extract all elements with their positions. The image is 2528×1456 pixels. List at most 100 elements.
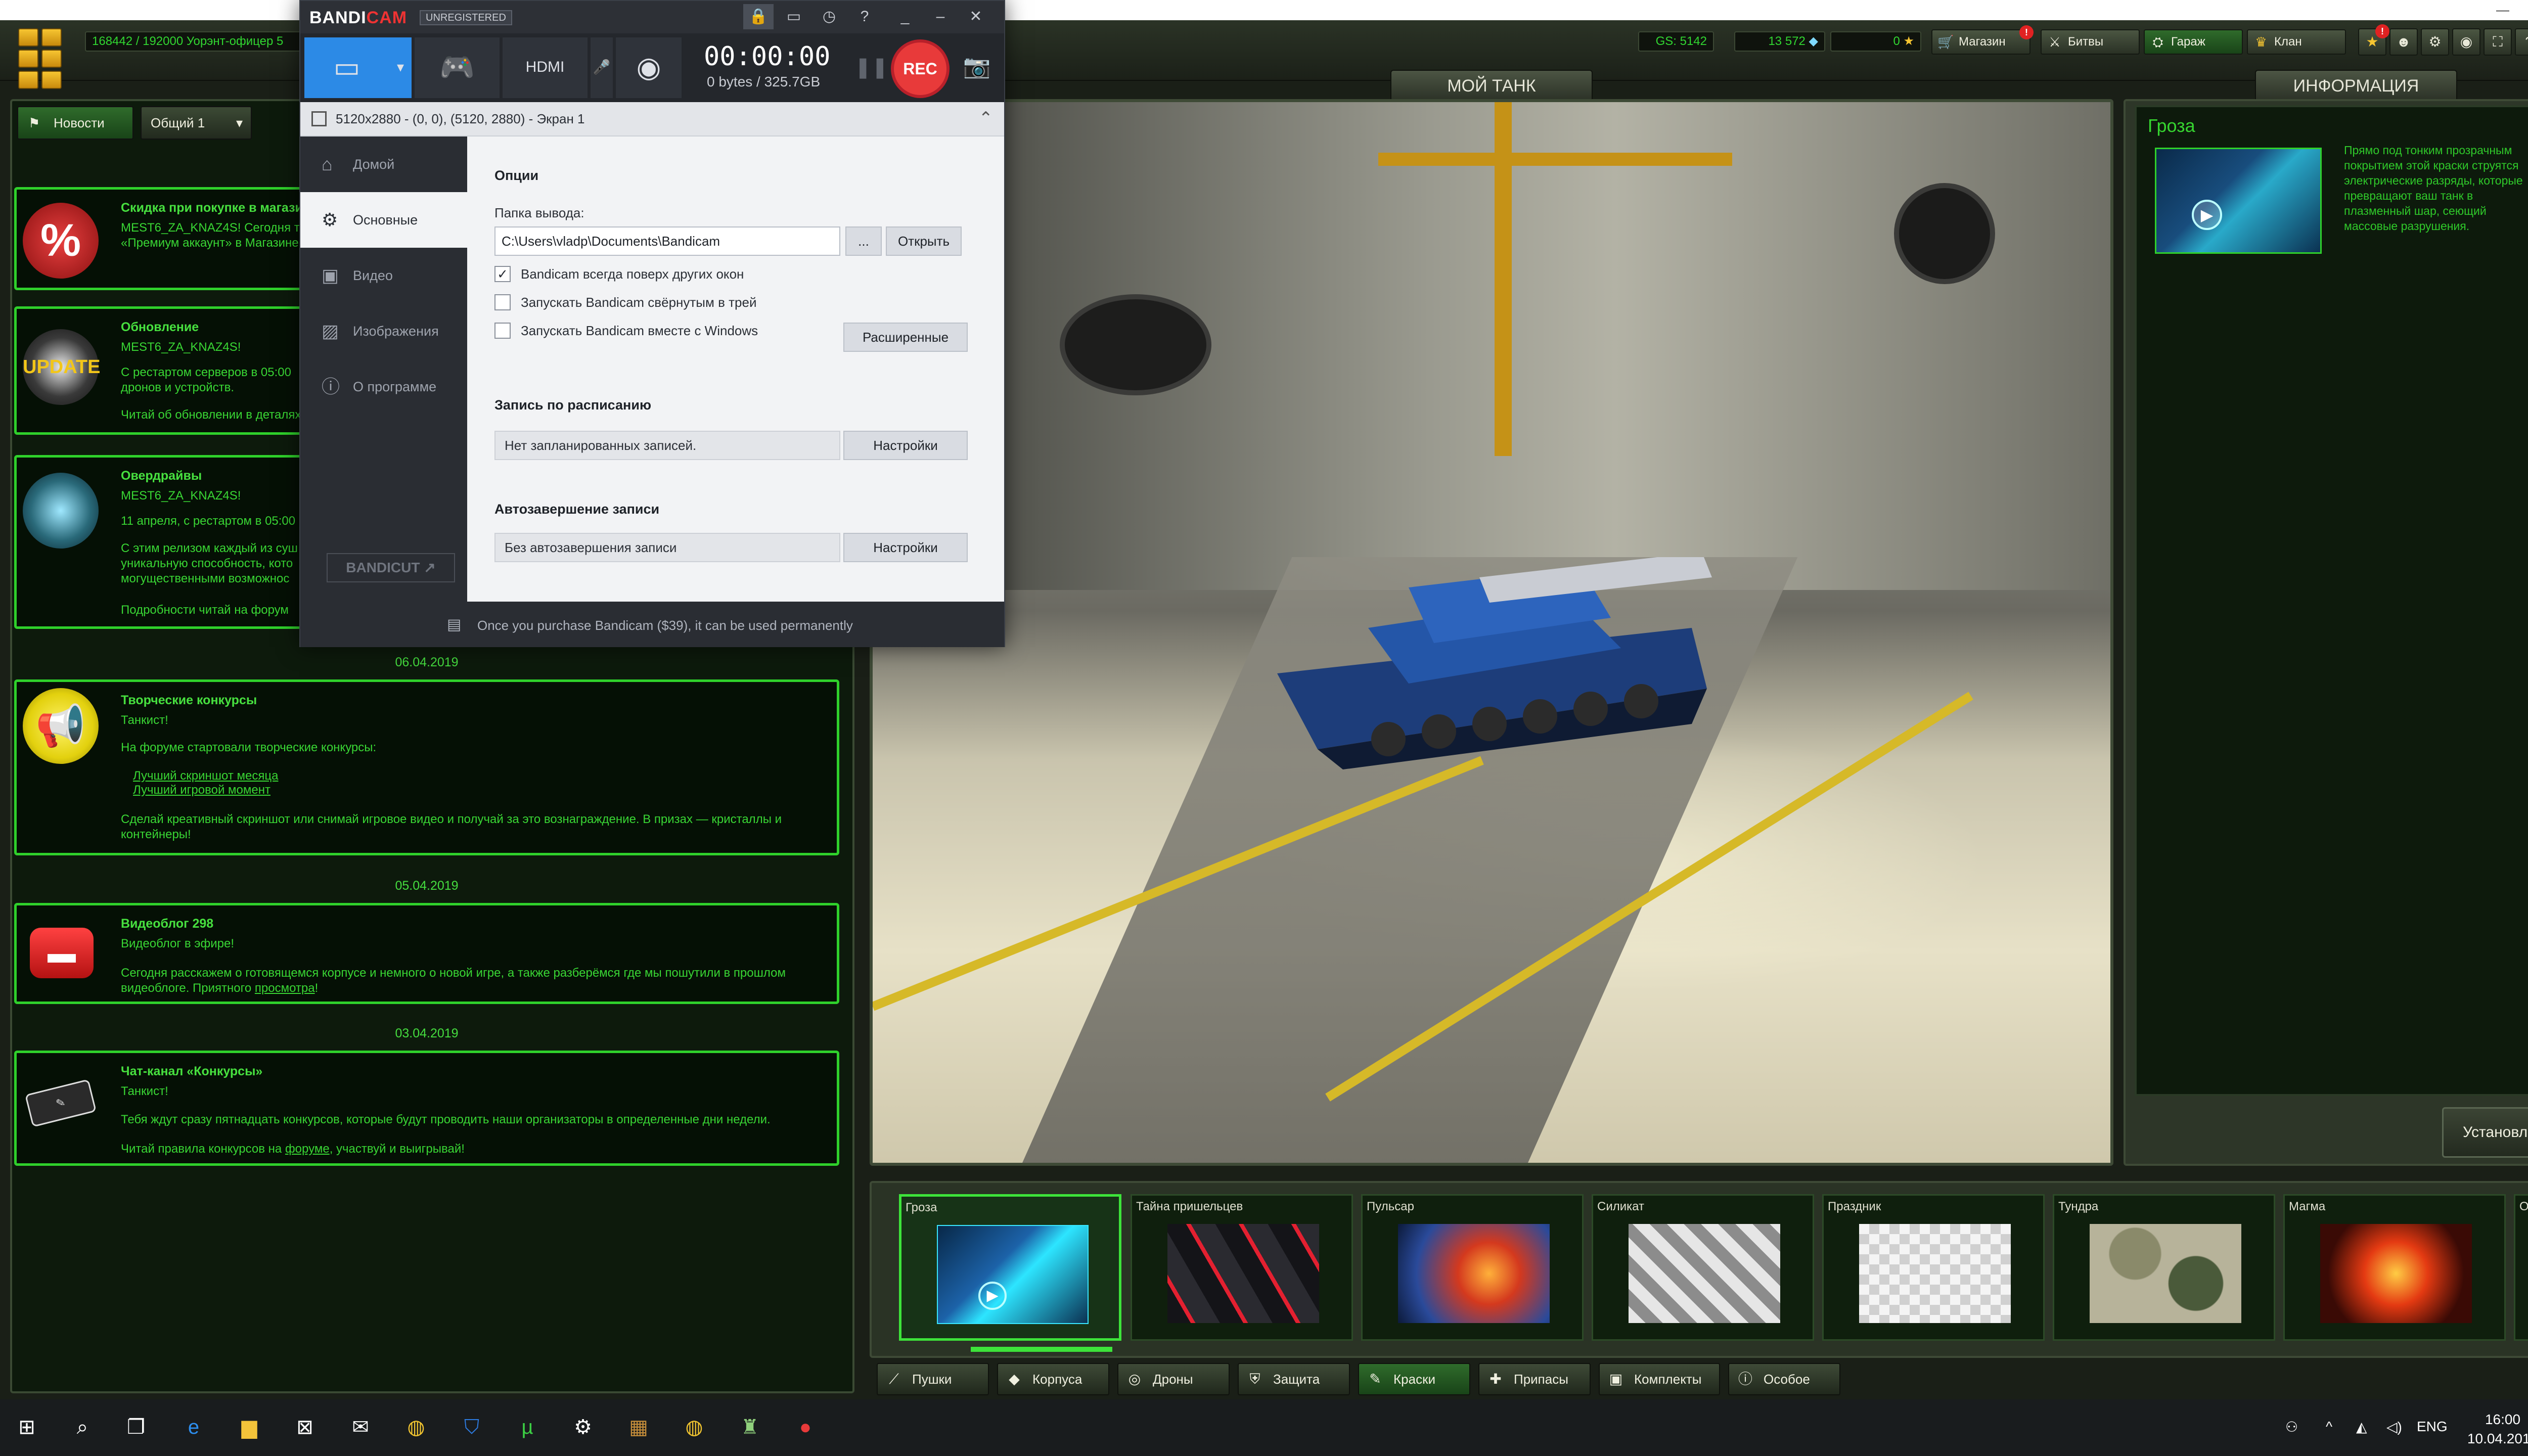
sidebar-item-video[interactable]: ▣ Видео	[300, 248, 467, 303]
settings-gear-icon[interactable]: ⚙	[2421, 28, 2449, 56]
item-card-silicate[interactable]: Силикат	[1592, 1194, 1814, 1341]
close-icon[interactable]: ✕	[961, 4, 991, 29]
defender-icon[interactable]: ⛉	[455, 1410, 488, 1444]
category-supplies[interactable]: ✚ Припасы	[1478, 1363, 1591, 1395]
mic-icon[interactable]: 🎤	[591, 37, 613, 98]
maximize-icon[interactable]: ☐	[2508, 0, 2528, 20]
installed-button[interactable]: Установлено	[2442, 1107, 2528, 1158]
sound-icon[interactable]: ◉	[2452, 28, 2480, 56]
item-card-alien-secret[interactable]: Тайна пришельцев	[1131, 1194, 1353, 1341]
chevron-down-icon[interactable]: ▾	[389, 37, 412, 98]
clock-date[interactable]: 10.04.2019	[2457, 1431, 2528, 1447]
garage-button[interactable]: ⛭ Гараж	[2144, 29, 2243, 55]
search-icon[interactable]: ⌕	[66, 1410, 99, 1444]
sidebar-item-home[interactable]: ⌂ Домой	[300, 136, 467, 192]
clock-icon[interactable]: ◷	[814, 4, 844, 29]
my-tank-tab[interactable]: МОЙ ТАНК	[1390, 70, 1593, 101]
battles-button[interactable]: ⚔ Битвы	[2041, 29, 2140, 55]
volume-icon[interactable]: ◁)	[2386, 1419, 2402, 1435]
news-item-videoblog[interactable]: ▬ Видеоблог 298 Видеоблог в эфире! Сегод…	[14, 903, 839, 1004]
unregistered-badge[interactable]: UNREGISTERED	[420, 10, 512, 25]
news-item-creative-contests[interactable]: 📢 Творческие конкурсы Танкист! На форуме…	[14, 679, 839, 855]
browse-button[interactable]: ...	[845, 226, 882, 256]
item-card-tundra[interactable]: Тундра	[2053, 1194, 2275, 1341]
tanki-app-icon[interactable]: ♜	[733, 1410, 766, 1444]
sidebar-item-general[interactable]: ⚙ Основные	[300, 192, 467, 248]
friends-icon[interactable]: ☻	[2389, 28, 2418, 56]
item-card-magma[interactable]: Магма	[2283, 1194, 2506, 1341]
output-folder-input[interactable]: C:\Users\vladp\Documents\Bandicam	[494, 226, 840, 256]
checkbox-box[interactable]	[494, 323, 511, 339]
language-indicator[interactable]: ENG	[2417, 1419, 2448, 1435]
category-paints[interactable]: ✎ Краски	[1358, 1363, 1470, 1395]
minimize-icon[interactable]: –	[925, 4, 956, 29]
chrome-icon[interactable]: ◍	[399, 1410, 433, 1444]
paint-preview[interactable]: ▶	[2155, 148, 2322, 254]
category-guns[interactable]: ⟋ Пушки	[877, 1363, 989, 1395]
start-minimized-checkbox[interactable]: Запускать Bandicam свёрнутым в трей	[494, 292, 756, 312]
garage-3d-view[interactable]	[870, 99, 2113, 1166]
network-icon[interactable]: ◭	[2356, 1419, 2367, 1435]
sidebar-item-about[interactable]: ⓘ О программе	[300, 359, 467, 415]
store-icon[interactable]: ⊠	[288, 1410, 322, 1444]
utorrent-icon[interactable]: µ	[511, 1410, 544, 1444]
open-folder-button[interactable]: Открыть	[886, 226, 962, 256]
people-icon[interactable]: ⚇	[2285, 1419, 2298, 1435]
chevron-up-icon[interactable]: ⌃	[979, 108, 994, 128]
screen-mode-button[interactable]: ▭	[304, 37, 389, 98]
news-link[interactable]: Лучший игровой момент	[133, 783, 270, 797]
category-drones[interactable]: ◎ Дроны	[1117, 1363, 1230, 1395]
box-app-icon[interactable]: ▦	[622, 1410, 655, 1444]
watch-link[interactable]: просмотра	[255, 981, 315, 995]
pause-icon[interactable]: ❚❚	[854, 56, 888, 79]
mail-icon[interactable]: ✉	[344, 1410, 377, 1444]
lock-icon[interactable]: 🔒	[743, 4, 774, 29]
screenshot-camera-icon[interactable]: 📷	[962, 52, 992, 82]
always-on-top-checkbox[interactable]: ✓ Bandicam всегда поверх других окон	[494, 264, 744, 284]
folder-icon[interactable]: ▭	[779, 4, 809, 29]
bandicut-button[interactable]: BANDICUT ↗	[327, 553, 455, 582]
edge-icon[interactable]: e	[177, 1410, 210, 1444]
item-card-orange[interactable]: Оранж	[2514, 1194, 2528, 1341]
category-special[interactable]: ⓘ Особое	[1728, 1363, 1840, 1395]
news-item-contest-chat[interactable]: ✎ Чат-канал «Конкурсы» Танкист! Тебя жду…	[14, 1051, 839, 1166]
start-with-windows-checkbox[interactable]: Запускать Bandicam вместе с Windows	[494, 321, 758, 341]
sidebar-item-images[interactable]: ▨ Изображения	[300, 303, 467, 359]
task-view-icon[interactable]: ❐	[119, 1410, 153, 1444]
autostop-settings-button[interactable]: Настройки	[843, 533, 968, 562]
tray-chevron-icon[interactable]: ^	[2326, 1419, 2332, 1435]
missions-star-icon[interactable]: ★!	[2358, 24, 2389, 56]
clan-button[interactable]: ♛ Клан	[2247, 29, 2346, 55]
advanced-button[interactable]: Расширенные	[843, 323, 968, 352]
game-logo[interactable]	[18, 28, 67, 94]
bandicam-taskbar-icon[interactable]: ●	[789, 1410, 822, 1444]
forum-link[interactable]: форуме	[285, 1142, 330, 1156]
record-button[interactable]: REC	[891, 39, 950, 98]
file-explorer-icon[interactable]: ▆	[233, 1410, 266, 1444]
webcam-icon[interactable]: ◉	[616, 37, 682, 98]
checkbox-box[interactable]: ✓	[494, 266, 511, 282]
category-kits[interactable]: ▣ Комплекты	[1599, 1363, 1720, 1395]
schedule-settings-button[interactable]: Настройки	[843, 431, 968, 460]
item-card-holiday[interactable]: Праздник	[1822, 1194, 2045, 1341]
hdmi-mode-icon[interactable]: HDMI	[503, 37, 588, 98]
category-protection[interactable]: ⛨ Защита	[1238, 1363, 1350, 1395]
fullscreen-icon[interactable]: ⛶	[2484, 28, 2512, 56]
news-tab[interactable]: ⚑ Новости	[17, 106, 133, 140]
help-icon[interactable]: ?	[849, 4, 880, 29]
chrome-icon[interactable]: ◍	[678, 1410, 711, 1444]
news-link[interactable]: Лучший скриншот месяца	[133, 769, 278, 783]
purchase-message[interactable]: Once you purchase Bandicam ($39), it can…	[477, 618, 853, 633]
item-card-groza[interactable]: Гроза ▶	[899, 1194, 1121, 1341]
category-hulls[interactable]: ◆ Корпуса	[997, 1363, 1109, 1395]
channel-select[interactable]: Общий 1 ▾	[141, 106, 252, 140]
shop-button[interactable]: 🛒 Магазин !	[1931, 25, 2034, 55]
settings-icon[interactable]: ⚙	[566, 1410, 600, 1444]
help-icon[interactable]: ?	[2515, 28, 2528, 56]
minimize-tray-icon[interactable]: _	[890, 4, 920, 29]
windows-start-icon[interactable]: ⊞	[10, 1410, 43, 1444]
checkbox-box[interactable]	[494, 294, 511, 310]
info-tab[interactable]: ИНФОРМАЦИЯ	[2255, 70, 2457, 101]
game-mode-icon[interactable]: 🎮	[415, 37, 500, 98]
region-bar[interactable]: 5120x2880 - (0, 0), (5120, 2880) - Экран…	[300, 102, 1004, 136]
